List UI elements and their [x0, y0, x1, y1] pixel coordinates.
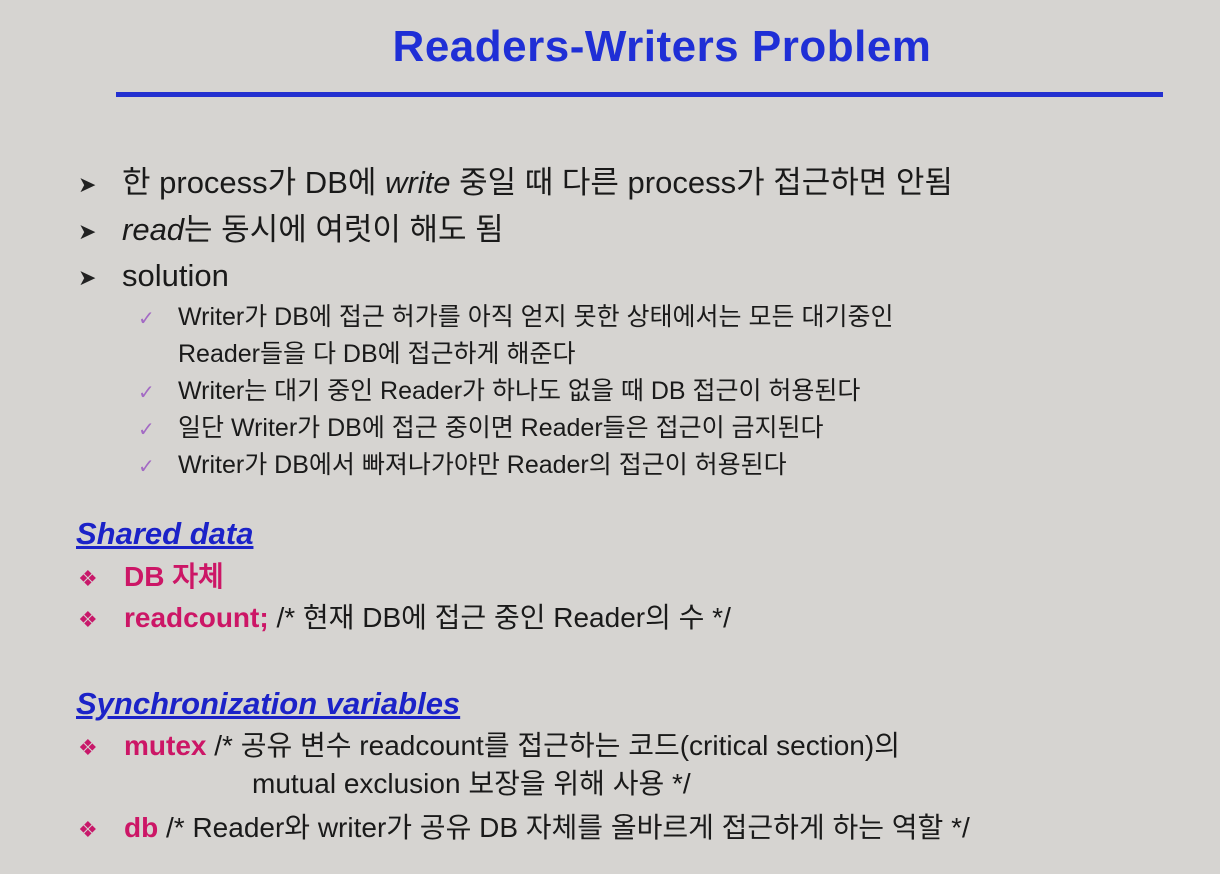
bullet-text: 한 process가 DB에: [122, 165, 386, 200]
sync-item-mutex: ❖ mutex /* 공유 변수 readcount를 접근하는 코드(criti…: [78, 729, 900, 765]
checkmark-icon: ✓: [138, 382, 155, 404]
checkmark-icon: ✓: [138, 456, 155, 478]
shared-item-db: ❖ DB 자체: [78, 560, 224, 596]
diamond-bullet-icon: ❖: [78, 735, 98, 760]
checkmark-icon: ✓: [138, 308, 155, 330]
sub-bullet-1: ✓ Writer가 DB에 접근 허가를 아직 얻지 못한 상태에서는 모든 대기…: [138, 302, 893, 334]
sub-bullet-3: ✓ 일단 Writer가 DB에 접근 중이면 Reader들은 접근이 금지된다: [138, 413, 824, 445]
bullet-text: 중일 때 다른 process가 접근하면 안됨: [450, 165, 953, 200]
bullet-solution: ➤ solution: [78, 258, 229, 296]
shared-item-readcount: ❖ readcount; /* 현재 DB에 접근 중인 Reader의 수 */: [78, 601, 731, 637]
code-comment: /* 현재 DB에 접근 중인 Reader의 수 */: [268, 602, 731, 633]
sync-variables-heading: Synchronization variables: [76, 686, 461, 721]
checkmark-icon: ✓: [138, 419, 155, 441]
bullet-emphasis: write: [385, 165, 451, 200]
sub-bullet-text: Writer가 DB에서 빠져나가야만 Reader의 접근이 허용된다: [178, 451, 787, 479]
sub-bullet-2: ✓ Writer는 대기 중인 Reader가 하나도 없을 때 DB 접근이 허…: [138, 376, 860, 408]
sub-bullet-text: 일단 Writer가 DB에 접근 중이면 Reader들은 접근이 금지된다: [178, 414, 824, 442]
diamond-bullet-icon: ❖: [78, 607, 98, 632]
code-comment: /* Reader와 writer가 공유 DB 자체를 올바르게 접근하게 하…: [158, 812, 970, 843]
diamond-bullet-icon: ❖: [78, 817, 98, 842]
sub-bullet-text: Writer는 대기 중인 Reader가 하나도 없을 때 DB 접근이 허용…: [178, 377, 861, 405]
code-comment: /* 공유 변수 readcount를 접근하는 코드(critical sec…: [206, 730, 900, 761]
bullet-text: solution: [122, 258, 229, 293]
bullet-write-exclusive: ➤ 한 process가 DB에 write 중일 때 다른 process가 접…: [78, 165, 953, 203]
keyword: DB 자체: [124, 561, 224, 592]
sub-bullet-text: Writer가 DB에 접근 허가를 아직 얻지 못한 상태에서는 모든 대기중…: [178, 303, 894, 331]
arrow-bullet-icon: ➤: [78, 171, 97, 197]
bullet-emphasis: read: [122, 212, 185, 247]
sub-bullet-4: ✓ Writer가 DB에서 빠져나가야만 Reader의 접근이 허용된다: [138, 450, 787, 482]
sub-bullet-1-continuation: Reader들을 다 DB에 접근하게 해준다: [178, 340, 576, 368]
bullet-text: 는 동시에 여럿이 해도 됨: [184, 212, 504, 247]
title-underline: [116, 92, 1163, 97]
arrow-bullet-icon: ➤: [78, 264, 97, 290]
diamond-bullet-icon: ❖: [78, 566, 98, 591]
keyword: db: [124, 812, 159, 843]
bullet-read-concurrent: ➤ read는 동시에 여럿이 해도 됨: [78, 212, 504, 250]
page-title: Readers-Writers Problem: [392, 22, 932, 71]
sync-item-db: ❖ db /* Reader와 writer가 공유 DB 자체를 올바르게 접근…: [78, 811, 970, 847]
keyword: mutex: [124, 730, 207, 761]
arrow-bullet-icon: ➤: [78, 218, 97, 244]
shared-data-heading: Shared data: [76, 516, 254, 551]
sync-item-mutex-continuation: mutual exclusion 보장을 위해 사용 */: [252, 768, 691, 799]
keyword: readcount;: [124, 602, 269, 633]
